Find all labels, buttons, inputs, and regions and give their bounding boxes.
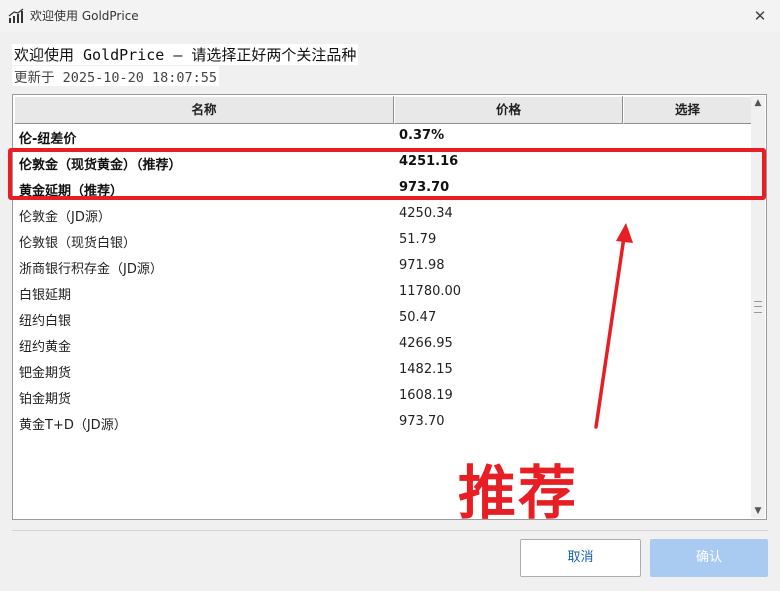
instrument-price: 1608.19 (399, 388, 453, 403)
instrument-name: 钯金期货 (19, 366, 72, 381)
recommend-annotation: 推荐 (458, 459, 579, 527)
table-row[interactable]: 纽约白银 50.47 (14, 306, 752, 332)
confirm-button[interactable]: 确认 (650, 539, 768, 577)
column-header-price[interactable]: 价格 (394, 96, 623, 124)
instrument-price: 971.98 (399, 258, 445, 273)
table-header: 名称 价格 选择 (14, 96, 754, 124)
instrument-name: 黄金T+D（JD源） (19, 418, 127, 433)
instrument-name: 伦敦金（JD源） (19, 210, 111, 225)
table-row[interactable]: 伦敦金（JD源） 4250.34 (14, 202, 752, 228)
column-header-name[interactable]: 名称 (14, 96, 394, 124)
table-row[interactable]: 浙商银行积存金（JD源） 971.98 (14, 254, 752, 280)
instrument-price: 973.70 (399, 180, 450, 195)
window-title: 欢迎使用 GoldPrice (30, 9, 139, 23)
instrument-name: 浙商银行积存金（JD源） (19, 262, 163, 277)
instrument-name: 纽约黄金 (19, 340, 72, 355)
instrument-name: 纽约白银 (19, 314, 72, 329)
table-row[interactable]: 铂金期货 1608.19 (14, 384, 752, 410)
dialog-heading: 欢迎使用 GoldPrice — 请选择正好两个关注品种 (12, 44, 359, 65)
table-row[interactable]: 白银延期 11780.00 (14, 280, 752, 306)
instrument-price: 50.47 (399, 310, 437, 325)
instrument-price: 4250.34 (399, 206, 453, 221)
title-bar: 欢迎使用 GoldPrice ✕ (0, 0, 780, 32)
instrument-price: 4266.95 (399, 336, 453, 351)
scroll-up-icon[interactable]: ▲ (751, 96, 765, 110)
vertical-scrollbar[interactable]: ▲ ▼ (751, 96, 765, 518)
bar-chart-icon (8, 8, 24, 23)
column-header-select[interactable]: 选择 (623, 96, 752, 124)
instrument-table: 名称 价格 选择 伦-纽差价 0.37% 伦敦金（现货黄金）（推荐） 4251.16 黄… (12, 94, 767, 520)
table-row[interactable]: 钯金期货 1482.15 (14, 358, 752, 384)
table-body: 伦-纽差价 0.37% 伦敦金（现货黄金）（推荐） 4251.16 黄金延期（推荐） 97… (14, 124, 752, 436)
cancel-button[interactable]: 取消 (520, 539, 641, 577)
instrument-name: 白银延期 (19, 288, 72, 303)
table-row[interactable]: 伦敦金（现货黄金）（推荐） 4251.16 (14, 150, 752, 176)
instrument-name: 铂金期货 (19, 392, 72, 407)
scroll-thumb-grip[interactable] (754, 301, 762, 313)
scroll-down-icon[interactable]: ▼ (751, 504, 765, 518)
instrument-price: 51.79 (399, 232, 437, 247)
table-row[interactable]: 伦敦银（现货白银） 51.79 (14, 228, 752, 254)
instrument-price: 11780.00 (399, 284, 462, 299)
instrument-name: 黄金延期（推荐） (19, 184, 124, 199)
instrument-price: 4251.16 (399, 154, 459, 169)
instrument-name: 伦敦金（现货黄金）（推荐） (19, 158, 182, 173)
instrument-name: 伦敦银（现货白银） (19, 236, 137, 251)
instrument-price: 0.37% (399, 128, 445, 143)
table-row[interactable]: 纽约黄金 4266.95 (14, 332, 752, 358)
table-row[interactable]: 伦-纽差价 0.37% (14, 124, 752, 150)
instrument-name: 伦-纽差价 (19, 132, 77, 147)
table-row[interactable]: 黄金T+D（JD源） 973.70 (14, 410, 752, 436)
instrument-price: 973.70 (399, 414, 445, 429)
footer-divider (12, 530, 768, 531)
table-row[interactable]: 黄金延期（推荐） 973.70 (14, 176, 752, 202)
update-timestamp: 更新于 2025-10-20 18:07:55 (12, 66, 220, 86)
close-icon[interactable]: ✕ (750, 6, 770, 26)
instrument-price: 1482.15 (399, 362, 453, 377)
